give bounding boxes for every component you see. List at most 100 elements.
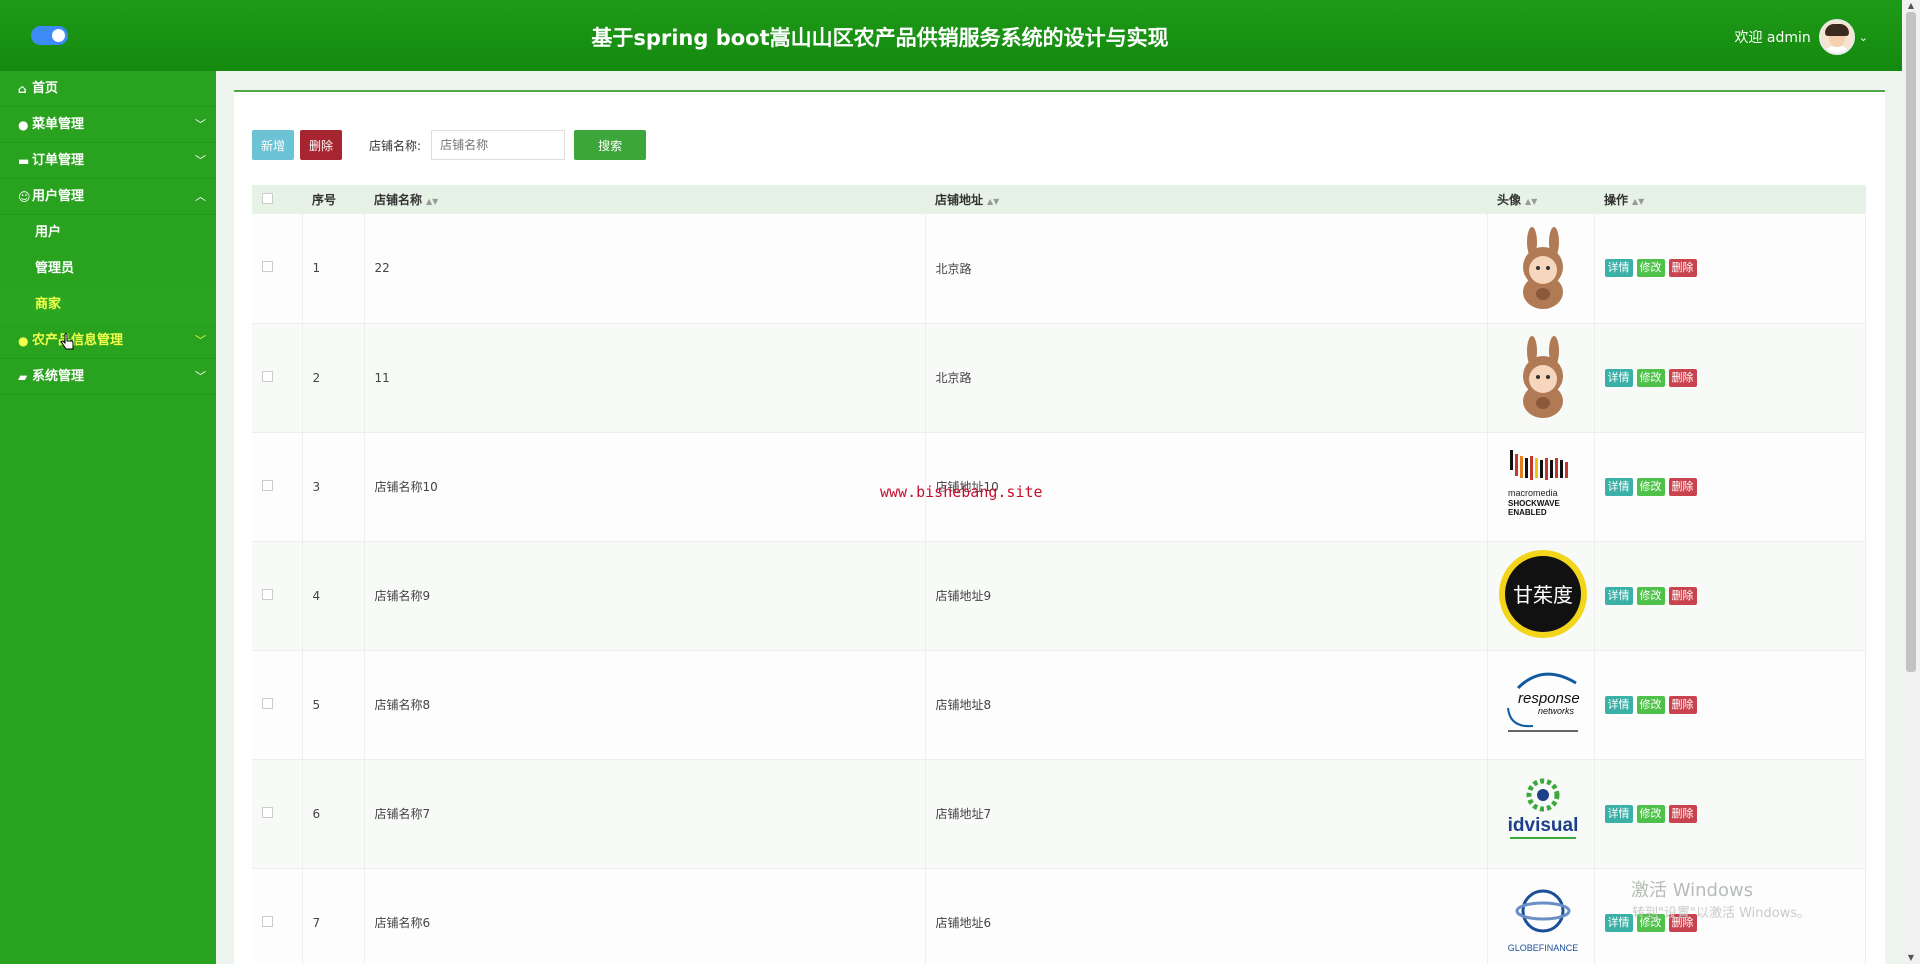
scroll-thumb[interactable] [1906, 12, 1916, 672]
search-button[interactable]: 搜索 [574, 130, 647, 160]
view-button[interactable]: 详情 [1604, 477, 1633, 496]
cell-address: 北京路 [925, 323, 1488, 433]
cell-shop-name: 店铺名称6 [364, 868, 926, 964]
cell-no: 6 [302, 759, 365, 869]
add-button[interactable]: 新增 [252, 130, 295, 160]
sidebar-subitem-user[interactable]: 用户 [0, 215, 216, 251]
view-button[interactable]: 详情 [1604, 695, 1633, 714]
view-button[interactable]: 详情 [1604, 804, 1633, 823]
cell-no: 5 [302, 650, 365, 760]
top-header: 基于spring boot嵩山山区农产品供销服务系统的设计与实现 欢迎 admi… [0, 0, 1902, 71]
cell-no: 2 [302, 323, 365, 433]
cell-address: 店铺地址8 [925, 650, 1488, 760]
chevron-down-icon: ﹀ [195, 118, 206, 131]
sidebar-item-label: 订单管理 [32, 152, 85, 168]
view-button[interactable]: 详情 [1604, 368, 1633, 387]
sidebar-item-label: 菜单管理 [32, 116, 85, 132]
svg-text:networks: networks [1538, 706, 1575, 716]
column-header-ops[interactable]: 操作 ▲▼ [1594, 185, 1866, 214]
view-button[interactable]: 详情 [1604, 586, 1633, 605]
view-button[interactable]: 详情 [1604, 259, 1633, 278]
view-button[interactable]: 详情 [1604, 913, 1633, 932]
page-scrollbar[interactable]: ▲ ▼ [1902, 0, 1920, 964]
kangaroo-costume-icon [1522, 226, 1563, 309]
kangaroo-costume-icon [1522, 336, 1563, 418]
response-networks-logo: response networks [1506, 672, 1580, 732]
sidebar-item-label: 农产品信息管理 [32, 332, 124, 348]
scroll-up-icon[interactable]: ▲ [1902, 0, 1920, 12]
table-row: 5 店铺名称8 店铺地址8 response networks 详情 修改 删除 [252, 650, 1866, 760]
main-panel: 新增 删除 店铺名称: 搜索 序号 店铺名称▲▼ 店铺地址▲▼ 头像▲▼ 操作▲… [234, 90, 1885, 964]
delete-button[interactable]: 删除 [1668, 804, 1697, 823]
grid-icon: ● [18, 117, 29, 132]
sidebar-item-home[interactable]: ⌂ 首页 [0, 71, 216, 107]
sidebar-item-label: 用户管理 [32, 188, 85, 204]
avatar[interactable] [1818, 19, 1855, 55]
sort-icon: ▲▼ [1632, 197, 1645, 206]
row-checkbox[interactable] [262, 370, 273, 382]
svg-text:idvisual: idvisual [1507, 815, 1578, 836]
sidebar-item-users[interactable]: ☺ 用户管理 ︿ [0, 179, 216, 215]
sidebar-subitem-merchant[interactable]: 商家 [0, 287, 216, 323]
table-row: 1 22 北京路 详情 修改 删除 [252, 214, 1866, 324]
row-checkbox[interactable] [262, 588, 273, 600]
cell-address: 北京路 [925, 214, 1488, 324]
sidebar-item-orders[interactable]: ▬ 订单管理 ﹀ [0, 143, 216, 179]
cell-shop-name: 店铺名称10 [364, 432, 926, 542]
row-actions: 详情 修改 删除 [1604, 259, 1866, 278]
cell-no: 1 [302, 214, 365, 324]
table-row: 4 店铺名称9 店铺地址9 甘茱度 详情 修改 删除 [252, 541, 1866, 651]
cell-no: 4 [302, 541, 365, 651]
user-menu[interactable]: 欢迎 admin ⌄ [1734, 19, 1868, 55]
home-icon: ⌂ [18, 81, 27, 96]
column-header-address[interactable]: 店铺地址 ▲▼ [925, 185, 1487, 214]
batch-delete-button[interactable]: 删除 [300, 130, 343, 160]
row-actions: 详情 修改 删除 [1604, 368, 1866, 387]
delete-button[interactable]: 删除 [1668, 477, 1697, 496]
table-row: 3 店铺名称10 店铺地址10 macromedia SHOCKWAVE ENA… [252, 432, 1866, 542]
svg-text:甘茱度: 甘茱度 [1513, 583, 1573, 607]
globefinance-logo: GLOBEFINANCE [1507, 889, 1578, 953]
windows-activation-subtitle: 转到"设置"以激活 Windows。 [1632, 906, 1811, 921]
sidebar-item-menu[interactable]: ● 菜单管理 ﹀ [0, 107, 216, 143]
column-header-avatar[interactable]: 头像 ▲▼ [1487, 185, 1594, 214]
column-header-name[interactable]: 店铺名称 ▲▼ [364, 185, 925, 214]
select-all-checkbox[interactable] [262, 192, 273, 204]
cell-shop-name: 11 [364, 323, 926, 433]
delete-button[interactable]: 删除 [1668, 259, 1697, 278]
row-checkbox[interactable] [262, 261, 273, 273]
sidebar-item-products[interactable]: ● 农产品信息管理 ﹀ [0, 323, 216, 359]
circle-text-logo: 甘茱度 [1498, 550, 1587, 638]
briefcase-icon: ▰ [18, 369, 28, 384]
cell-no: 3 [302, 432, 365, 542]
row-checkbox[interactable] [262, 915, 273, 927]
sidebar-item-label: 系统管理 [32, 368, 85, 384]
edit-button[interactable]: 修改 [1636, 259, 1665, 278]
chevron-down-icon[interactable]: ⌄ [1859, 31, 1868, 44]
delete-button[interactable]: 删除 [1668, 586, 1697, 605]
edit-button[interactable]: 修改 [1636, 477, 1665, 496]
row-actions: 详情 修改 删除 [1604, 477, 1866, 496]
sidebar-subitem-admin[interactable]: 管理员 [0, 251, 216, 287]
row-checkbox[interactable] [262, 806, 273, 818]
chevron-up-icon: ︿ [195, 190, 206, 203]
table-row: 6 店铺名称7 店铺地址7 idvisual 详情 修改 删除 [252, 759, 1866, 869]
row-checkbox[interactable] [262, 697, 273, 709]
cell-address: 店铺地址7 [925, 759, 1488, 869]
edit-button[interactable]: 修改 [1636, 804, 1665, 823]
row-actions: 详情 修改 删除 [1604, 695, 1866, 714]
edit-button[interactable]: 修改 [1636, 368, 1665, 387]
search-input[interactable] [431, 130, 566, 160]
idvisual-logo: idvisual [1507, 778, 1578, 839]
delete-button[interactable]: 删除 [1668, 695, 1697, 714]
delete-button[interactable]: 删除 [1668, 368, 1697, 387]
row-checkbox[interactable] [262, 479, 273, 491]
sidebar-item-system[interactable]: ▰ 系统管理 ﹀ [0, 359, 216, 395]
shop-table: 序号 店铺名称▲▼ 店铺地址▲▼ 头像▲▼ 操作▲▼ 1 22 北京路 [252, 185, 1866, 964]
edit-button[interactable]: 修改 [1636, 695, 1665, 714]
edit-button[interactable]: 修改 [1636, 586, 1665, 605]
search-label: 店铺名称: [369, 138, 422, 153]
scroll-down-icon[interactable]: ▼ [1902, 952, 1920, 964]
svg-text:response: response [1518, 690, 1580, 707]
app-title: 基于spring boot嵩山山区农产品供销服务系统的设计与实现 [591, 26, 1169, 50]
